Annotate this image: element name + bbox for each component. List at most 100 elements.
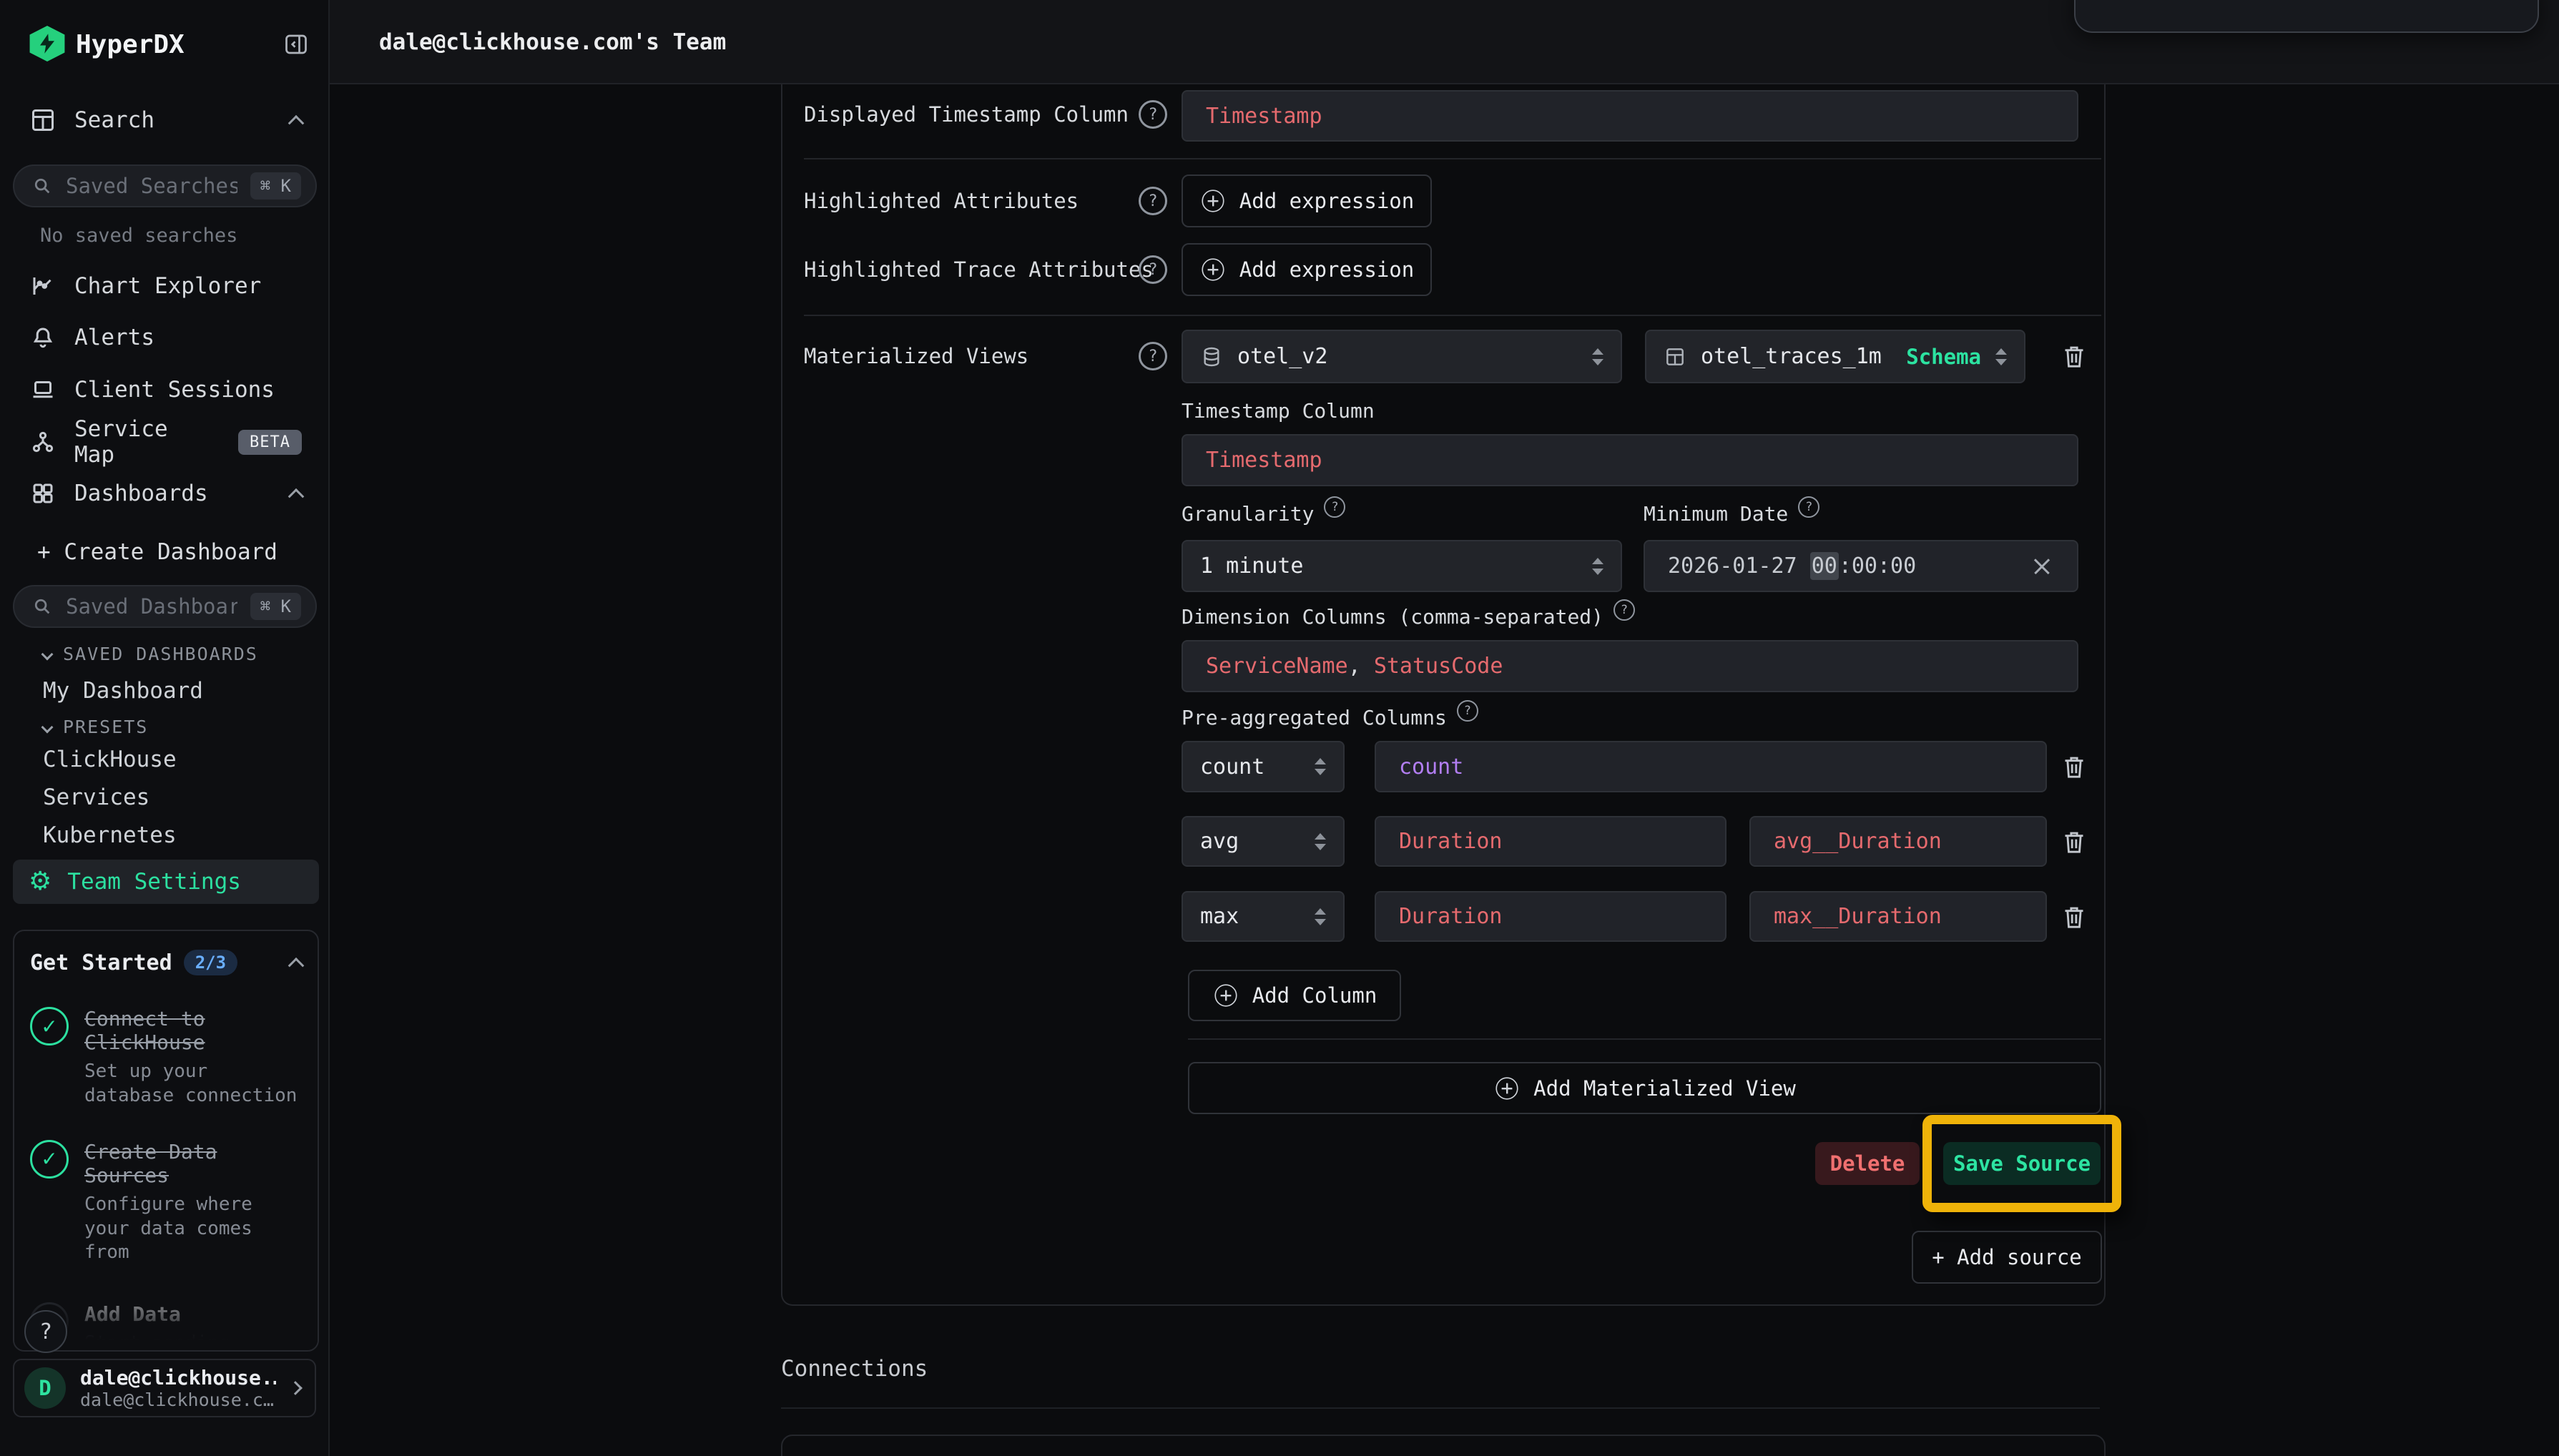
preagg-alias-input[interactable]: max__Duration — [1749, 891, 2047, 942]
sidebar-item-search[interactable]: Search — [30, 104, 302, 136]
displayed-timestamp-input[interactable]: Timestamp — [1182, 90, 2078, 142]
mv-table-select[interactable]: otel_traces_1m Schema — [1645, 330, 2025, 383]
add-source-button[interactable]: + Add source — [1912, 1231, 2102, 1284]
minimum-date-label: Minimum Date ? — [1644, 501, 1819, 526]
sidebar-collapse-button[interactable] — [283, 31, 309, 57]
field-value: Duration — [1399, 829, 1503, 854]
help-button[interactable]: ? — [24, 1310, 67, 1353]
clear-date-icon[interactable] — [2030, 554, 2054, 579]
sidebar-item-client-sessions[interactable]: Client Sessions — [30, 374, 302, 405]
chart-explorer-icon — [30, 273, 56, 299]
sidebar-item-alerts[interactable]: Alerts — [30, 322, 302, 353]
connections-card — [781, 1435, 2106, 1456]
sidebar-item-kubernetes[interactable]: Kubernetes — [43, 822, 177, 848]
help-icon[interactable]: ? — [1139, 255, 1167, 284]
delete-materialized-view-button[interactable] — [2057, 339, 2091, 373]
granularity-select[interactable]: 1 minute — [1182, 540, 1622, 592]
delete-column-button[interactable] — [2057, 825, 2091, 859]
bell-icon — [30, 325, 56, 350]
button-label: Add expression — [1239, 189, 1414, 213]
button-label: Add Materialized View — [1533, 1076, 1796, 1101]
sidebar-item-chart-explorer[interactable]: Chart Explorer — [30, 270, 302, 302]
field-value: ServiceName — [1206, 654, 1348, 679]
create-dashboard-button[interactable]: + Create Dashboard — [37, 536, 309, 568]
plus-circle-icon — [1202, 190, 1224, 212]
select-value: max — [1200, 904, 1239, 929]
divider — [804, 315, 2101, 316]
select-chevrons-icon — [1995, 348, 2007, 365]
chevron-up-icon[interactable] — [288, 958, 305, 974]
chevron-down-icon — [41, 648, 54, 660]
step-desc: Configure where your data comes from — [84, 1193, 302, 1265]
trash-icon — [2060, 902, 2088, 931]
user-name: dale@clickhouse.… — [80, 1366, 276, 1389]
brand-title: HyperDX — [76, 30, 185, 59]
sidebar-item-my-dashboard[interactable]: My Dashboard — [43, 678, 203, 704]
select-value: avg — [1200, 829, 1239, 854]
sidebar-item-services[interactable]: Services — [43, 784, 149, 810]
help-icon[interactable]: ? — [1139, 187, 1167, 215]
delete-column-button[interactable] — [2057, 900, 2091, 934]
preagg-alias-input[interactable]: avg__Duration — [1749, 816, 2047, 867]
delete-column-button[interactable] — [2057, 749, 2091, 784]
sidebar-item-team-settings[interactable]: ⚙ Team Settings — [13, 860, 319, 904]
save-source-button[interactable]: Save Source — [1943, 1142, 2101, 1185]
progress-badge: 2/3 — [184, 950, 237, 975]
team-title: dale@clickhouse.com's Team — [379, 0, 726, 84]
add-expression-button[interactable]: Add expression — [1182, 174, 1432, 227]
minimum-date-input[interactable]: 2026-01-27 00:00:00 — [1644, 540, 2078, 592]
schema-badge[interactable]: Schema — [1906, 345, 1981, 369]
saved-searches-field[interactable] — [66, 174, 237, 198]
help-icon[interactable]: ? — [1614, 599, 1635, 621]
preagg-expr-input[interactable]: Duration — [1375, 891, 1727, 942]
connections-heading: Connections — [781, 1356, 928, 1382]
field-value: StatusCode — [1374, 654, 1503, 679]
chevron-down-icon — [41, 721, 54, 733]
chevron-up-icon — [288, 488, 305, 505]
help-icon[interactable]: ? — [1324, 496, 1345, 518]
timestamp-column-input[interactable]: Timestamp — [1182, 434, 2078, 486]
get-started-step-1[interactable]: ✓ Connect to ClickHouse Set up your data… — [30, 1007, 302, 1108]
add-trace-expression-button[interactable]: Add expression — [1182, 243, 1432, 296]
create-dashboard-label: + Create Dashboard — [37, 539, 277, 565]
add-column-button[interactable]: Add Column — [1188, 970, 1401, 1021]
saved-searches-input[interactable]: ⌘ K — [13, 164, 317, 207]
preagg-fn-select[interactable]: count — [1182, 741, 1345, 792]
section-presets[interactable]: PRESETS — [43, 717, 148, 737]
preagg-fn-select[interactable]: avg — [1182, 816, 1345, 867]
laptop-icon — [30, 377, 56, 403]
help-icon[interactable]: ? — [1798, 496, 1819, 518]
preagg-expr-input[interactable]: count — [1375, 741, 2047, 792]
help-icon[interactable]: ? — [1139, 100, 1167, 129]
get-started-step-2[interactable]: ✓ Create Data Sources Configure where yo… — [30, 1140, 302, 1265]
sidebar-item-dashboards[interactable]: Dashboards — [30, 478, 302, 509]
separator: , — [1348, 654, 1374, 679]
divider — [1188, 1038, 2101, 1040]
add-materialized-view-button[interactable]: Add Materialized View — [1188, 1062, 2101, 1114]
section-saved-dashboards[interactable]: SAVED DASHBOARDS — [43, 644, 258, 664]
materialized-views-label: Materialized Views — [804, 340, 1028, 372]
field-value: count — [1399, 754, 1463, 779]
select-chevrons-icon — [1315, 833, 1326, 850]
help-icon[interactable]: ? — [1139, 342, 1167, 370]
highlighted-trace-attributes-label: Highlighted Trace Attributes — [804, 254, 1154, 285]
saved-dashboards-field[interactable] — [66, 594, 237, 619]
user-menu[interactable]: D dale@clickhouse.… dale@clickhouse.c… — [13, 1359, 316, 1417]
saved-dashboards-input[interactable]: ⌘ K — [13, 585, 317, 628]
dashboards-icon — [30, 481, 56, 506]
step-title: Connect to ClickHouse — [84, 1007, 302, 1054]
help-icon[interactable]: ? — [1457, 700, 1478, 722]
sidebar-item-service-map[interactable]: Service Map BETA — [30, 426, 302, 458]
dimension-columns-input[interactable]: ServiceName, StatusCode — [1182, 640, 2078, 692]
preagg-expr-input[interactable]: Duration — [1375, 816, 1727, 867]
select-value: count — [1200, 754, 1264, 779]
delete-source-button[interactable]: Delete — [1815, 1142, 1920, 1185]
preagg-fn-select[interactable]: max — [1182, 891, 1345, 942]
mv-database-select[interactable]: otel_v2 — [1182, 330, 1622, 383]
hyperdx-logo-icon — [29, 26, 66, 62]
sidebar-item-clickhouse[interactable]: ClickHouse — [43, 747, 177, 772]
check-circle-icon: ✓ — [30, 1140, 69, 1179]
sidebar-item-label: Dashboards — [74, 481, 208, 506]
kbd-shortcut: ⌘ K — [250, 172, 301, 200]
selected-time-segment: 00 — [1810, 552, 1839, 580]
